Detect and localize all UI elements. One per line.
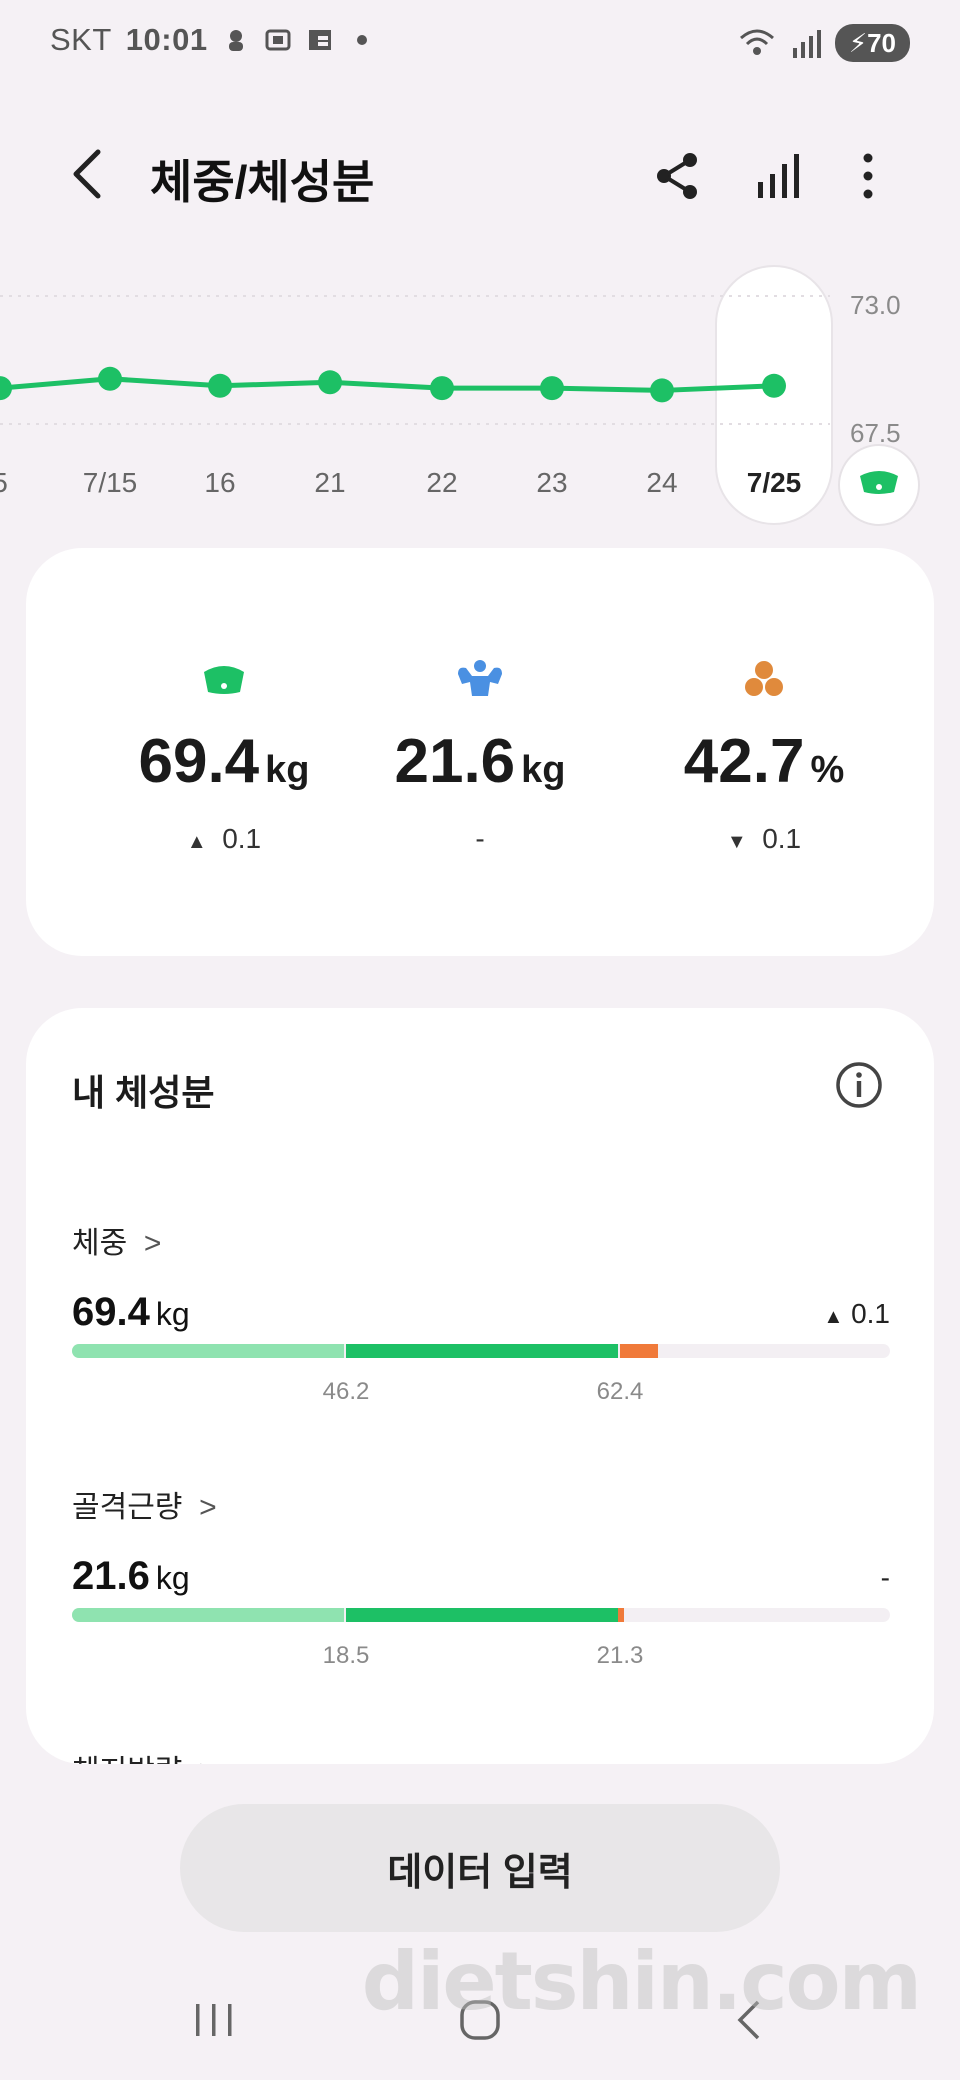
chevron-right-icon: >	[199, 1755, 217, 1764]
fat-unit: %	[810, 749, 845, 791]
muscle-icon	[458, 660, 502, 696]
data-point[interactable]	[650, 378, 674, 403]
weight-unit: kg	[265, 749, 310, 791]
data-entry-button[interactable]: 데이터 입력	[180, 1804, 780, 1932]
muscle-metric[interactable]: 21.6 kg -	[330, 658, 630, 855]
screenshot-icon	[265, 29, 291, 51]
scale-icon	[860, 471, 898, 494]
share-icon[interactable]	[650, 148, 706, 204]
fat-delta: 0.1	[762, 823, 802, 854]
weight-detail-value: 69.4 kg	[72, 1290, 190, 1334]
data-point[interactable]	[318, 370, 342, 395]
signal-icon	[792, 30, 821, 58]
weight-delta: 0.1	[222, 823, 262, 854]
weight-value: 69.4	[138, 727, 260, 796]
range-tick-label: 18.5	[322, 1642, 370, 1669]
x-tick-label[interactable]: 5	[0, 467, 8, 499]
down-triangle-icon: ▼	[726, 831, 747, 853]
info-icon[interactable]	[834, 1060, 884, 1110]
weight-range-bar	[72, 1344, 890, 1358]
up-triangle-icon: ▲	[186, 831, 207, 853]
carrier-label: SKT	[50, 22, 112, 57]
battery-indicator: ⚡70	[834, 24, 910, 62]
under-range-segment	[72, 1608, 344, 1622]
muscle-detail-delta: -	[880, 1562, 890, 1593]
up-triangle-icon: ▲	[823, 1306, 844, 1328]
summary-card: 69.4 kg ▲ 0.1 21.6 kg - 42.7% ▼ 0.1	[26, 548, 934, 956]
range-tick-label: 46.2	[322, 1378, 370, 1405]
status-bar: SKT 10:01 ⚡70	[0, 0, 960, 90]
weight-trend-chart[interactable]: 57/1516212223247/25 73.0 67.5	[0, 262, 960, 532]
trends-icon[interactable]	[752, 148, 808, 204]
data-point[interactable]	[430, 376, 454, 401]
muscle-unit: kg	[521, 749, 566, 791]
page-title: 체중/체성분	[150, 156, 375, 208]
chevron-right-icon: >	[143, 1227, 162, 1260]
weight-metric[interactable]: 69.4 kg ▲ 0.1	[74, 658, 374, 855]
x-tick-label[interactable]: 24	[646, 467, 677, 499]
range-tick-label: 62.4	[596, 1378, 644, 1405]
data-point[interactable]	[208, 373, 232, 398]
watermark: dietshin.com	[361, 1935, 922, 2028]
data-point[interactable]	[0, 376, 12, 401]
data-point[interactable]	[540, 376, 564, 401]
x-tick-label[interactable]: 22	[426, 467, 457, 499]
current-value-marker	[618, 1608, 624, 1622]
body-fat-section-link[interactable]: 체지방량 >	[72, 1746, 217, 1764]
over-range-marker	[620, 1344, 658, 1358]
data-point[interactable]	[98, 366, 122, 391]
weight-detail-delta: ▲ 0.1	[823, 1298, 890, 1329]
muscle-value: 21.6	[394, 727, 516, 796]
fat-value: 42.7	[683, 727, 805, 796]
dot-icon	[356, 35, 367, 45]
body-fat-metric[interactable]: 42.7% ▼ 0.1	[614, 658, 914, 855]
range-tick-label: 21.3	[596, 1642, 644, 1669]
x-tick-label[interactable]: 21	[314, 467, 345, 499]
muscle-range-bar	[72, 1608, 890, 1622]
muscle-section-link[interactable]: 골격근량 >	[72, 1482, 217, 1526]
muscle-detail-value: 21.6 kg	[72, 1554, 190, 1598]
body-fat-icon	[745, 661, 783, 696]
app-header: 체중/체성분	[0, 130, 960, 220]
notification-icon	[228, 30, 243, 51]
body-composition-card: 내 체성분 체중 > 69.4 kg ▲ 0.1 46.2 62.4 골격근량 >…	[26, 1008, 934, 1764]
scale-icon	[204, 666, 244, 694]
more-options-icon[interactable]	[840, 148, 896, 204]
clock: 10:01	[125, 22, 208, 57]
x-tick-label[interactable]: 7/15	[83, 467, 138, 499]
chart-canvas	[0, 265, 833, 525]
gallery-icon	[308, 30, 331, 50]
y-tick-label: 73.0	[850, 290, 901, 320]
weight-section-link[interactable]: 체중 >	[72, 1218, 161, 1262]
wifi-icon	[739, 29, 774, 55]
x-tick-label[interactable]: 23	[536, 467, 567, 499]
scale-button[interactable]	[838, 444, 920, 526]
recent-apps-icon[interactable]	[184, 1990, 244, 2050]
back-button[interactable]	[64, 144, 114, 204]
under-range-segment	[72, 1344, 344, 1358]
chevron-right-icon: >	[199, 1491, 217, 1524]
muscle-delta: -	[475, 823, 485, 854]
normal-range-segment	[346, 1608, 618, 1622]
x-tick-label[interactable]: 16	[204, 467, 235, 499]
data-point[interactable]	[762, 373, 786, 398]
x-tick-label[interactable]: 7/25	[747, 467, 802, 499]
normal-range-segment	[346, 1344, 618, 1358]
section-title: 내 체성분	[72, 1072, 215, 1113]
